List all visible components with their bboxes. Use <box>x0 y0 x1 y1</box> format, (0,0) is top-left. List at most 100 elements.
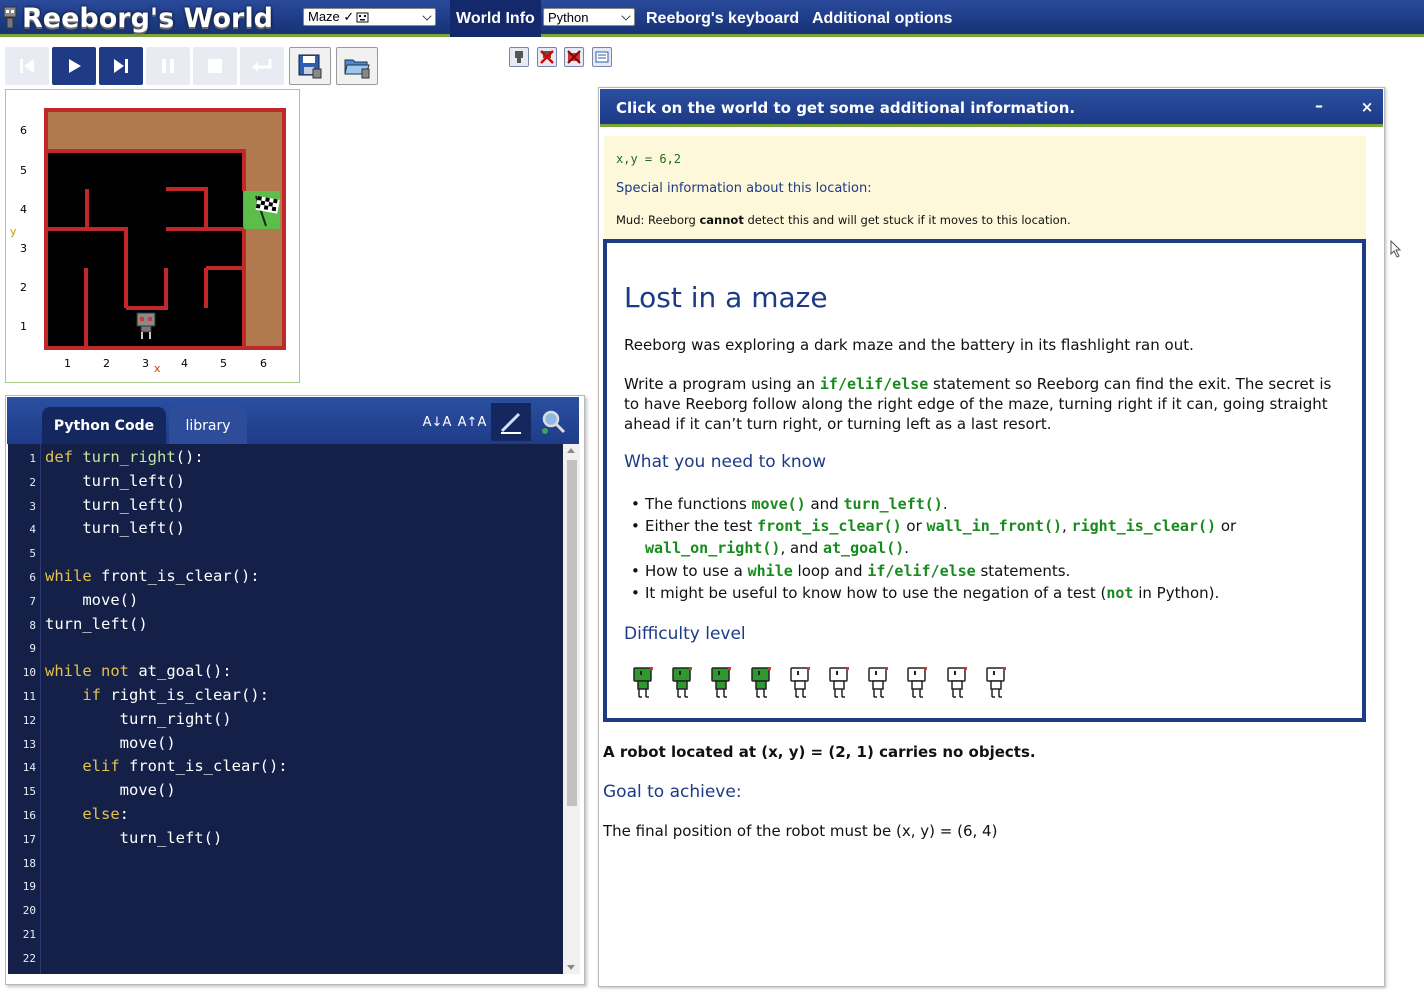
dialog-titlebar[interactable]: Click on the world to get some additiona… <box>600 89 1383 127</box>
line-number: 22 <box>22 951 36 965</box>
code-line: move() <box>45 733 176 752</box>
decrease-font-label: A↓A <box>422 414 452 430</box>
editor-tab-bar: Python Code library A↓A A↑A <box>7 397 579 444</box>
pause-button[interactable] <box>146 47 190 85</box>
decrease-font-button[interactable]: A↓A <box>421 403 453 441</box>
world-select-value: Maze ✓ <box>308 9 355 24</box>
tab-python-code[interactable]: Python Code <box>42 407 166 444</box>
difficulty-robot-empty-icon <box>907 667 928 698</box>
code-line: while front_is_clear(): <box>45 567 260 585</box>
difficulty-heading: Difficulty level <box>624 624 746 644</box>
goal-heading: Goal to achieve: <box>603 782 742 802</box>
difficulty-robot-empty-icon <box>868 667 889 698</box>
line-number: 9 <box>29 642 36 656</box>
code-line: move() <box>45 590 139 609</box>
keyboard-label: Reeborg's keyboard <box>646 9 800 27</box>
code-textarea[interactable]: 1 2 3 4 5 6 7 8 9 10 11 12 13 14 15 16 17 18 19 20 21 22 def … <box>8 444 563 974</box>
line-number: 19 <box>22 880 36 894</box>
y-axis-label: y <box>10 225 17 238</box>
additional-options-button[interactable]: Additional options <box>806 0 958 37</box>
chevron-down-icon <box>422 11 432 21</box>
location-info-box: x,y = 6,2 Special information about this… <box>604 136 1366 239</box>
step-forward-icon <box>114 59 128 73</box>
code-line: turn_left() <box>45 614 148 633</box>
difficulty-robot-filled-icon <box>672 667 693 698</box>
pen-icon <box>500 412 521 434</box>
line-number: 4 <box>29 523 36 537</box>
increase-font-button[interactable]: A↑A <box>456 403 488 441</box>
line-number: 14 <box>22 761 36 775</box>
maze-world[interactable] <box>6 90 301 384</box>
scroll-down-arrow-icon[interactable] <box>567 965 575 970</box>
stop-icon <box>208 59 222 73</box>
task-description: Lost in a maze Reeborg was exploring a d… <box>603 239 1366 722</box>
minimize-button[interactable]: – <box>1310 98 1328 116</box>
reload-button[interactable] <box>240 47 284 85</box>
code-line: if right_is_clear(): <box>82 686 269 704</box>
x-tick: 3 <box>142 357 149 370</box>
task-paragraph: Write a program using an if/elif/else st… <box>624 375 1332 433</box>
x-tick: 5 <box>220 357 227 370</box>
difficulty-robot-filled-icon <box>711 667 732 698</box>
return-icon <box>252 59 272 72</box>
remove-wall-icon <box>567 50 581 64</box>
language-select-value: Python <box>548 9 589 25</box>
save-world-button[interactable] <box>289 47 331 85</box>
step-back-icon <box>20 59 34 73</box>
edit-world-button[interactable] <box>592 47 612 67</box>
code-line: turn_left() <box>45 471 185 490</box>
inspect-button[interactable] <box>535 403 571 441</box>
tab-library[interactable]: library <box>169 407 247 444</box>
difficulty-robot-empty-icon <box>790 667 810 698</box>
difficulty-robot-empty-icon <box>986 667 1006 698</box>
world-select[interactable]: Maze ✓ <box>303 8 436 26</box>
remove-robot-button[interactable] <box>537 47 557 67</box>
close-button[interactable]: × <box>1358 98 1376 116</box>
mud-text-rest: detect this and will get stuck if it mov… <box>743 213 1071 227</box>
code-line: else: <box>82 805 129 823</box>
x-tick: 2 <box>103 357 110 370</box>
highlight-button[interactable] <box>491 403 531 441</box>
code-line: turn_left() <box>45 828 223 847</box>
world-info-button[interactable]: World Info <box>450 0 541 37</box>
open-folder-icon <box>344 59 370 79</box>
mouse-cursor-icon <box>1390 240 1402 258</box>
app-title: Reeborg's World <box>22 2 273 34</box>
keyboard-button[interactable]: Reeborg's keyboard <box>640 0 805 37</box>
scroll-up-arrow-icon[interactable] <box>567 448 575 453</box>
run-button[interactable] <box>52 47 96 85</box>
location-coordinates: x,y = 6,2 <box>616 152 682 166</box>
list-item: How to use a while loop and if/elif/else… <box>631 560 1335 582</box>
open-world-button[interactable] <box>336 47 378 85</box>
line-number: 15 <box>22 785 36 799</box>
y-tick: 3 <box>20 242 27 255</box>
line-number: 13 <box>22 737 36 751</box>
robot-menu-button[interactable] <box>509 47 529 67</box>
world-info-label: World Info <box>456 9 535 27</box>
know-heading: What you need to know <box>624 452 826 472</box>
scroll-thumb[interactable] <box>567 460 577 806</box>
pause-icon <box>162 59 174 73</box>
world-edit-icon <box>595 51 609 63</box>
y-tick: 2 <box>20 281 27 294</box>
x-tick: 1 <box>64 357 71 370</box>
language-select[interactable]: Python <box>543 8 635 26</box>
step-button[interactable] <box>99 47 143 85</box>
code-line: turn_left() <box>45 519 185 538</box>
mud-info: Mud: Reeborg cannot detect this and will… <box>616 213 1071 227</box>
mud-text: Mud: Reeborg <box>616 213 700 227</box>
robot-icon <box>515 51 523 63</box>
reverse-step-button[interactable] <box>5 47 49 85</box>
goal-text: The final position of the robot must be … <box>603 822 998 840</box>
editor-scrollbar[interactable] <box>563 444 580 974</box>
x-tick: 6 <box>260 357 267 370</box>
line-number: 11 <box>22 690 36 703</box>
line-number: 16 <box>22 809 36 822</box>
y-tick: 1 <box>20 320 27 333</box>
world-info-dialog: Click on the world to get some additiona… <box>598 87 1385 987</box>
y-tick: 5 <box>20 164 27 177</box>
line-number: 20 <box>22 904 36 918</box>
world-canvas[interactable]: 6 5 4 3 2 1 y 1 2 3 4 5 6 x <box>5 89 300 383</box>
remove-wall-button[interactable] <box>564 47 584 67</box>
stop-button[interactable] <box>193 47 237 85</box>
